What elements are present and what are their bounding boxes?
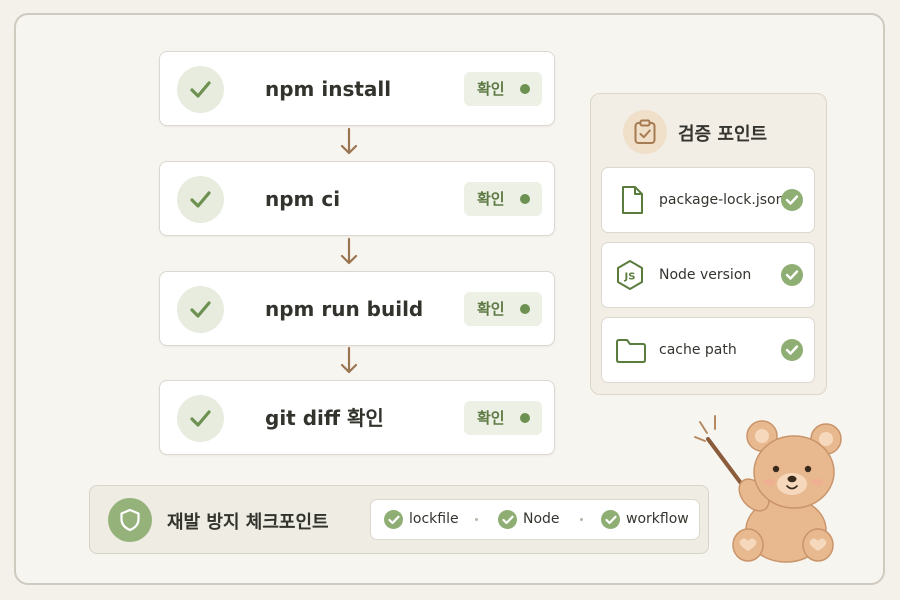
folder-icon (616, 339, 646, 363)
step-label: npm install (265, 77, 392, 101)
check-icon (384, 510, 403, 529)
status-badge: 확인 (464, 182, 542, 216)
arrow-down-icon (340, 346, 358, 374)
status-badge: 확인 (464, 72, 542, 106)
step-npm-ci: npm ci 확인 (159, 161, 555, 236)
status-dot (520, 413, 530, 423)
check-icon (601, 510, 620, 529)
check-icon (498, 510, 517, 529)
check-icon (177, 176, 224, 223)
badge-label: 확인 (477, 80, 505, 98)
clipboard-check-icon (623, 110, 667, 154)
check-icon (781, 264, 803, 286)
step-npm-install: npm install 확인 (159, 51, 555, 126)
step-npm-run-build: npm run build 확인 (159, 271, 555, 346)
chip-label: Node (523, 511, 560, 527)
verification-panel: 검증 포인트 package-lock.json JS Node version… (590, 93, 827, 395)
check-icon (177, 395, 224, 442)
badge-label: 확인 (477, 190, 505, 208)
badge-label: 확인 (477, 409, 505, 427)
separator-dot (580, 518, 583, 521)
separator-dot (475, 518, 478, 521)
status-dot (520, 194, 530, 204)
chip-label: lockfile (409, 511, 459, 527)
chip-label: workflow (626, 511, 689, 527)
check-icon (177, 66, 224, 113)
arrow-down-icon (340, 127, 358, 155)
teddy-bear-mascot-icon (694, 415, 842, 563)
step-label: npm ci (265, 187, 341, 211)
checkpoint-chips: lockfile Node workflow (370, 499, 700, 540)
badge-label: 확인 (477, 300, 505, 318)
svg-text:JS: JS (624, 272, 636, 283)
verify-item-label: cache path (659, 342, 737, 358)
nodejs-icon: JS (617, 260, 643, 290)
check-icon (781, 339, 803, 361)
status-dot (520, 304, 530, 314)
check-icon (177, 286, 224, 333)
status-dot (520, 84, 530, 94)
step-git-diff: git diff 확인 확인 (159, 380, 555, 455)
shield-icon (108, 498, 152, 542)
verify-item-label: Node version (659, 267, 752, 283)
file-icon (622, 186, 643, 214)
step-label: git diff 확인 (265, 406, 384, 430)
check-icon (781, 189, 803, 211)
checkpoint-title: 재발 방지 체크포인트 (167, 512, 329, 533)
verify-item-package-lock: package-lock.json (601, 167, 815, 233)
panel-title: 검증 포인트 (678, 124, 768, 145)
verify-item-label: package-lock.json (659, 192, 785, 208)
recurrence-prevention-bar: 재발 방지 체크포인트 lockfile Node workflow (89, 485, 709, 554)
verify-item-cache-path: cache path (601, 317, 815, 383)
step-label: npm run build (265, 297, 424, 321)
verify-item-node-version: JS Node version (601, 242, 815, 308)
status-badge: 확인 (464, 292, 542, 326)
arrow-down-icon (340, 237, 358, 265)
status-badge: 확인 (464, 401, 542, 435)
